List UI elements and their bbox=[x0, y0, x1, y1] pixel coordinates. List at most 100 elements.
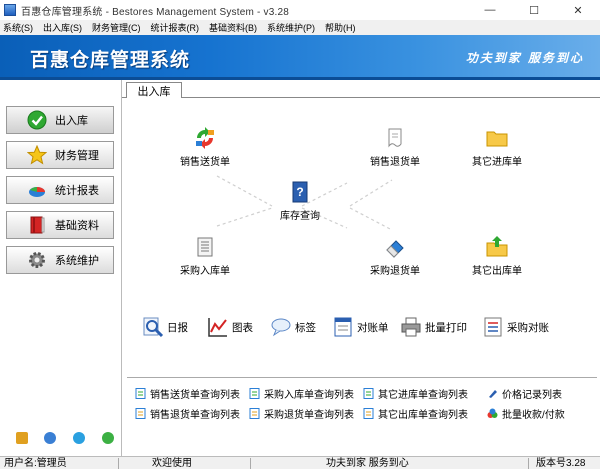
coins-icon bbox=[487, 408, 498, 418]
sidebar-item-label: 财务管理 bbox=[55, 150, 99, 162]
chart-button[interactable]: 图表 bbox=[207, 316, 253, 338]
status-user: 用户名:管理员 bbox=[4, 458, 67, 469]
reconcile-button[interactable]: 对账单 bbox=[332, 316, 389, 338]
sidebar-item-label: 系统维护 bbox=[55, 255, 99, 267]
sidebar-item-finance[interactable]: 财务管理 bbox=[6, 141, 114, 169]
daily-report-button[interactable]: 日报 bbox=[142, 316, 188, 338]
status-slogan: 功夫到家 服务到心 bbox=[326, 458, 409, 469]
banner-title: 百惠仓库管理系统 bbox=[30, 50, 191, 71]
chart-label: 图表 bbox=[232, 321, 253, 334]
purchase-reconcile-label: 采购对账 bbox=[507, 321, 549, 334]
window-title: 百惠仓库管理系统 - Bestores Management System - … bbox=[21, 6, 289, 18]
batch-print-label: 批量打印 bbox=[425, 321, 467, 334]
link-sales-delivery-list[interactable]: 销售送货单查询列表 bbox=[135, 386, 240, 401]
sales-delivery-label: 销售送货单 bbox=[180, 157, 230, 168]
purchase-in-label: 采购入库单 bbox=[180, 266, 230, 277]
menu-bar: 系统(S) 出入库(S) 财务管理(C) 统计报表(R) 基础资料(B) 系统维… bbox=[0, 20, 600, 35]
inout-workspace: 销售送货单 销售退货单 其它进库单 ? 库存查询 采购入库单 采购退货单 其它出… bbox=[122, 98, 600, 374]
link-other-in-list[interactable]: 其它进库单查询列表 bbox=[363, 386, 468, 401]
scroll-icon bbox=[193, 235, 217, 259]
status-divider bbox=[528, 458, 529, 469]
sidebar-item-basic-data[interactable]: 基础资料 bbox=[6, 211, 114, 239]
title-bar: 百惠仓库管理系统 - Bestores Management System - … bbox=[0, 0, 600, 20]
menu-system[interactable]: 系统(S) bbox=[3, 21, 33, 34]
status-welcome: 欢迎使用 bbox=[152, 458, 192, 469]
sidebar-item-inout[interactable]: 出入库 bbox=[6, 106, 114, 134]
eraser-icon bbox=[383, 235, 407, 259]
purchase-reconcile-button[interactable]: 采购对账 bbox=[482, 316, 549, 338]
other-in-label: 其它进库单 bbox=[472, 157, 522, 168]
link-purchase-return-list[interactable]: 采购退货单查询列表 bbox=[249, 406, 354, 421]
batch-print-button[interactable]: 批量打印 bbox=[400, 316, 467, 338]
menu-basic-data[interactable]: 基础资料(B) bbox=[209, 21, 257, 34]
gear-icon bbox=[27, 250, 47, 270]
other-out-node[interactable]: 其它出库单 bbox=[472, 235, 522, 277]
document-curl-icon bbox=[383, 126, 407, 150]
printer-icon bbox=[400, 316, 422, 338]
refresh-icon[interactable] bbox=[102, 432, 114, 444]
close-button[interactable]: ✕ bbox=[556, 0, 600, 20]
purchase-return-label: 采购退货单 bbox=[370, 266, 420, 277]
sidebar-item-label: 出入库 bbox=[55, 115, 88, 127]
status-divider bbox=[250, 458, 251, 469]
help-book-icon: ? bbox=[288, 180, 312, 204]
purchase-in-node[interactable]: 采购入库单 bbox=[180, 235, 230, 277]
list-icon bbox=[135, 387, 146, 399]
sales-delivery-node[interactable]: 销售送货单 bbox=[180, 126, 230, 168]
sidebar-item-maintenance[interactable]: 系统维护 bbox=[6, 246, 114, 274]
minimize-button[interactable]: — bbox=[468, 0, 512, 20]
status-divider bbox=[118, 458, 119, 469]
purchase-return-node[interactable]: 采购退货单 bbox=[370, 235, 420, 277]
maximize-button[interactable]: ☐ bbox=[512, 0, 556, 20]
menu-finance[interactable]: 财务管理(C) bbox=[92, 21, 141, 34]
check-icon bbox=[27, 110, 47, 130]
app-icon bbox=[4, 4, 16, 16]
list-icon bbox=[135, 407, 146, 419]
stock-query-label: 库存查询 bbox=[280, 211, 320, 222]
sidebar-item-reports[interactable]: 统计报表 bbox=[6, 176, 114, 204]
list-icon bbox=[363, 407, 374, 419]
key-icon[interactable] bbox=[16, 432, 28, 444]
pen-icon bbox=[489, 389, 497, 398]
link-purchase-in-list[interactable]: 采购入库单查询列表 bbox=[249, 386, 354, 401]
sidebar-item-label: 基础资料 bbox=[55, 220, 99, 232]
status-version: 版本号3.28 bbox=[536, 458, 586, 469]
star-icon bbox=[27, 145, 47, 165]
banner-slogan: 功夫到家 服务到心 bbox=[465, 51, 584, 65]
magnifier-icon bbox=[142, 316, 164, 338]
folder-arrow-icon bbox=[485, 235, 509, 259]
reconcile-label: 对账单 bbox=[357, 321, 389, 334]
menu-inout[interactable]: 出入库(S) bbox=[43, 21, 82, 34]
tab-strip: 出入库 bbox=[122, 80, 600, 98]
info-icon[interactable] bbox=[73, 432, 85, 444]
list-document-icon bbox=[482, 316, 504, 338]
label-label: 标签 bbox=[295, 321, 316, 334]
sidebar-quick-icons bbox=[0, 432, 122, 446]
label-button[interactable]: 标签 bbox=[270, 316, 316, 338]
other-out-label: 其它出库单 bbox=[472, 266, 522, 277]
tab-inout[interactable]: 出入库 bbox=[126, 82, 182, 98]
sales-return-label: 销售退货单 bbox=[370, 157, 420, 168]
list-icon bbox=[249, 387, 260, 399]
stock-query-node[interactable]: ? 库存查询 bbox=[280, 180, 320, 222]
ledger-icon bbox=[332, 316, 354, 338]
line-chart-icon bbox=[207, 316, 229, 338]
list-icon bbox=[363, 387, 374, 399]
query-links-panel: 销售送货单查询列表 采购入库单查询列表 其它进库单查询列表 价格记录列表 销售退… bbox=[127, 377, 597, 427]
link-sales-return-list[interactable]: 销售退货单查询列表 bbox=[135, 406, 240, 421]
link-other-out-list[interactable]: 其它出库单查询列表 bbox=[363, 406, 468, 421]
speech-bubble-icon bbox=[270, 316, 292, 338]
sales-return-node[interactable]: 销售退货单 bbox=[370, 126, 420, 168]
menu-help[interactable]: 帮助(H) bbox=[325, 21, 356, 34]
daily-report-label: 日报 bbox=[167, 321, 188, 334]
pie-chart-icon bbox=[27, 180, 47, 200]
clock-icon[interactable] bbox=[44, 432, 56, 444]
sidebar-item-label: 统计报表 bbox=[55, 185, 99, 197]
other-in-node[interactable]: 其它进库单 bbox=[472, 126, 522, 168]
link-price-records[interactable]: 价格记录列表 bbox=[487, 386, 562, 401]
link-batch-payment[interactable]: 批量收款/付款 bbox=[487, 406, 565, 421]
list-icon bbox=[249, 407, 260, 419]
sidebar: 出入库 财务管理 统计报表 基础资料 系统维护 bbox=[0, 80, 122, 456]
menu-maintenance[interactable]: 系统维护(P) bbox=[267, 21, 315, 34]
menu-reports[interactable]: 统计报表(R) bbox=[151, 21, 200, 34]
